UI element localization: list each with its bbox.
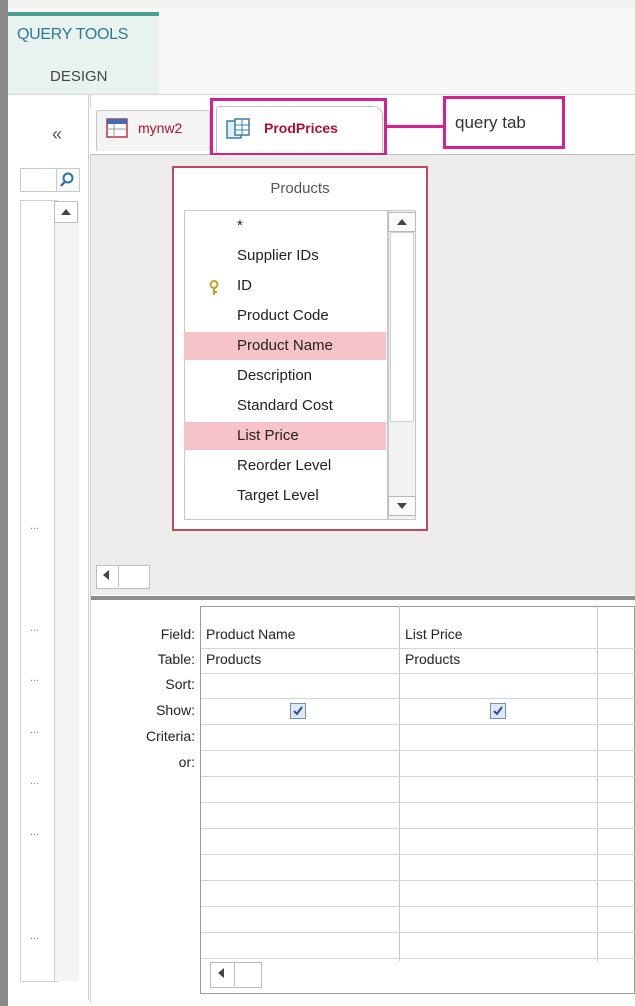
nav-truncation-marker: ...	[30, 672, 40, 684]
grid-row-label: Show:	[156, 702, 195, 718]
tab-mynw2-label: mynw2	[138, 120, 183, 136]
field-item-label: Standard Cost	[237, 397, 333, 414]
field-item[interactable]: Supplier IDs	[184, 242, 386, 270]
grid-row-label: Field:	[160, 626, 195, 642]
grid-column-divider	[597, 606, 598, 961]
grid-row-divider	[201, 724, 635, 725]
field-item-label: ID	[237, 277, 252, 294]
collapse-nav-icon[interactable]: «	[52, 124, 62, 145]
window-frame-top	[0, 0, 635, 8]
grid-row-divider	[201, 958, 635, 959]
show-checkbox[interactable]	[490, 703, 506, 719]
grid-row-label: Table:	[157, 651, 195, 667]
scroll-left-icon[interactable]	[96, 565, 119, 587]
field-item-label: Target Level	[237, 487, 319, 504]
grid-row-divider	[201, 750, 635, 751]
field-item[interactable]: *	[184, 212, 386, 240]
nav-truncation-marker: ...	[30, 826, 40, 838]
nav-truncation-marker: ...	[30, 930, 40, 942]
grid-row-divider	[201, 854, 635, 855]
table-icon	[106, 118, 128, 143]
field-item-label: List Price	[237, 427, 299, 444]
grid-row-label: or:	[178, 754, 195, 770]
scroll-down-icon[interactable]	[388, 496, 416, 516]
field-item[interactable]: Standard Cost	[184, 392, 386, 420]
field-item[interactable]: Description	[184, 362, 386, 390]
checkmark-icon	[493, 706, 503, 716]
search-icon[interactable]	[56, 168, 80, 192]
nav-scroll-up-icon[interactable]	[54, 201, 78, 223]
field-item[interactable]: Target Level	[184, 482, 386, 510]
nav-object-list[interactable]	[20, 200, 58, 982]
callout-label: query tab	[455, 113, 526, 132]
field-item[interactable]: Reorder Level	[184, 452, 386, 480]
grid-row-divider	[201, 906, 635, 907]
field-list-title: Products	[270, 180, 330, 197]
grid-row-divider	[201, 776, 635, 777]
grid-row-divider	[201, 698, 635, 699]
field-list-scroll-thumb[interactable]	[390, 232, 414, 422]
grid-row-divider	[201, 932, 635, 933]
scroll-left-icon[interactable]	[210, 962, 235, 986]
window-frame-left	[0, 0, 8, 1006]
grid-row-divider	[201, 802, 635, 803]
field-item[interactable]: ID	[184, 272, 386, 300]
field-item-label: Reorder Level	[237, 457, 332, 474]
field-item[interactable]: Product Code	[184, 302, 386, 330]
field-item-label: *	[237, 217, 243, 234]
nav-truncation-marker: ...	[30, 520, 40, 532]
field-item-selected[interactable]: List Price	[184, 422, 386, 450]
field-item-label: Product Name	[237, 337, 333, 354]
design-tab[interactable]: DESIGN	[50, 68, 108, 85]
grid-cell-field[interactable]: Product Name	[206, 626, 295, 642]
query-tools-accent-bar	[8, 12, 159, 16]
field-item-label: Supplier IDs	[237, 247, 319, 264]
checkmark-icon	[293, 706, 303, 716]
grid-row-divider	[201, 828, 635, 829]
nav-search-input[interactable]	[20, 168, 58, 192]
nav-truncation-marker: ...	[30, 622, 40, 634]
grid-row-divider	[201, 648, 635, 649]
callout-highlight-box	[210, 98, 387, 156]
scroll-up-icon[interactable]	[388, 212, 416, 232]
field-item-label: Product Code	[237, 307, 329, 324]
field-item-label: Description	[237, 367, 313, 384]
nav-truncation-marker: ...	[30, 724, 40, 736]
grid-row-divider	[201, 880, 635, 881]
grid-cell-field[interactable]: List Price	[405, 626, 463, 642]
grid-column-divider	[399, 606, 400, 961]
callout-connector	[385, 125, 443, 128]
grid-cell-table[interactable]: Products	[405, 651, 460, 667]
nav-truncation-marker: ...	[30, 775, 40, 787]
show-checkbox[interactable]	[290, 703, 306, 719]
grid-row-label: Criteria:	[145, 728, 195, 744]
query-tools-title: QUERY TOOLS	[17, 26, 129, 43]
grid-row-divider	[201, 673, 635, 674]
key-icon	[208, 278, 220, 295]
grid-row-label: Sort:	[165, 676, 195, 692]
grid-cell-table[interactable]: Products	[206, 651, 261, 667]
nav-scrollbar[interactable]	[54, 201, 79, 981]
field-item-selected[interactable]: Product Name	[184, 332, 386, 360]
